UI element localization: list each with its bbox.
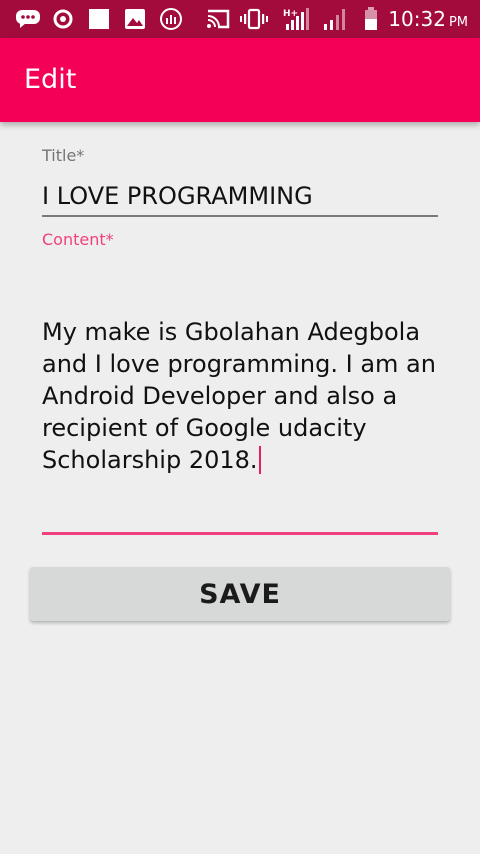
status-time: 10:32 PM — [388, 7, 468, 31]
app-bar: Edit — [0, 38, 480, 122]
title-label: Title* — [42, 146, 85, 165]
vibrate-icon — [240, 7, 268, 31]
battery-icon — [362, 7, 380, 31]
record-icon — [52, 7, 74, 31]
page-title: Edit — [24, 64, 77, 95]
image-icon — [123, 7, 147, 31]
status-ampm: PM — [448, 15, 468, 30]
data-saver-icon — [158, 7, 184, 31]
status-bar: H+ 10:32 PM — [0, 0, 480, 38]
content-input[interactable]: My make is Gbolahan Adegbola and I love … — [42, 316, 442, 476]
white-square-icon — [87, 7, 111, 31]
signal-bars-icon — [322, 7, 350, 31]
signal-h-plus-icon: H+ — [283, 7, 313, 31]
title-underline — [42, 215, 438, 217]
svg-text:H+: H+ — [283, 9, 298, 19]
content-underline — [42, 532, 438, 535]
text-cursor — [258, 446, 261, 474]
cast-icon — [205, 7, 231, 31]
title-input[interactable]: I LOVE PROGRAMMING — [42, 180, 438, 212]
save-button[interactable]: SAVE — [30, 567, 450, 621]
content-label: Content* — [42, 230, 114, 249]
chat-icon — [14, 7, 42, 31]
content-text: My make is Gbolahan Adegbola and I love … — [42, 318, 436, 474]
